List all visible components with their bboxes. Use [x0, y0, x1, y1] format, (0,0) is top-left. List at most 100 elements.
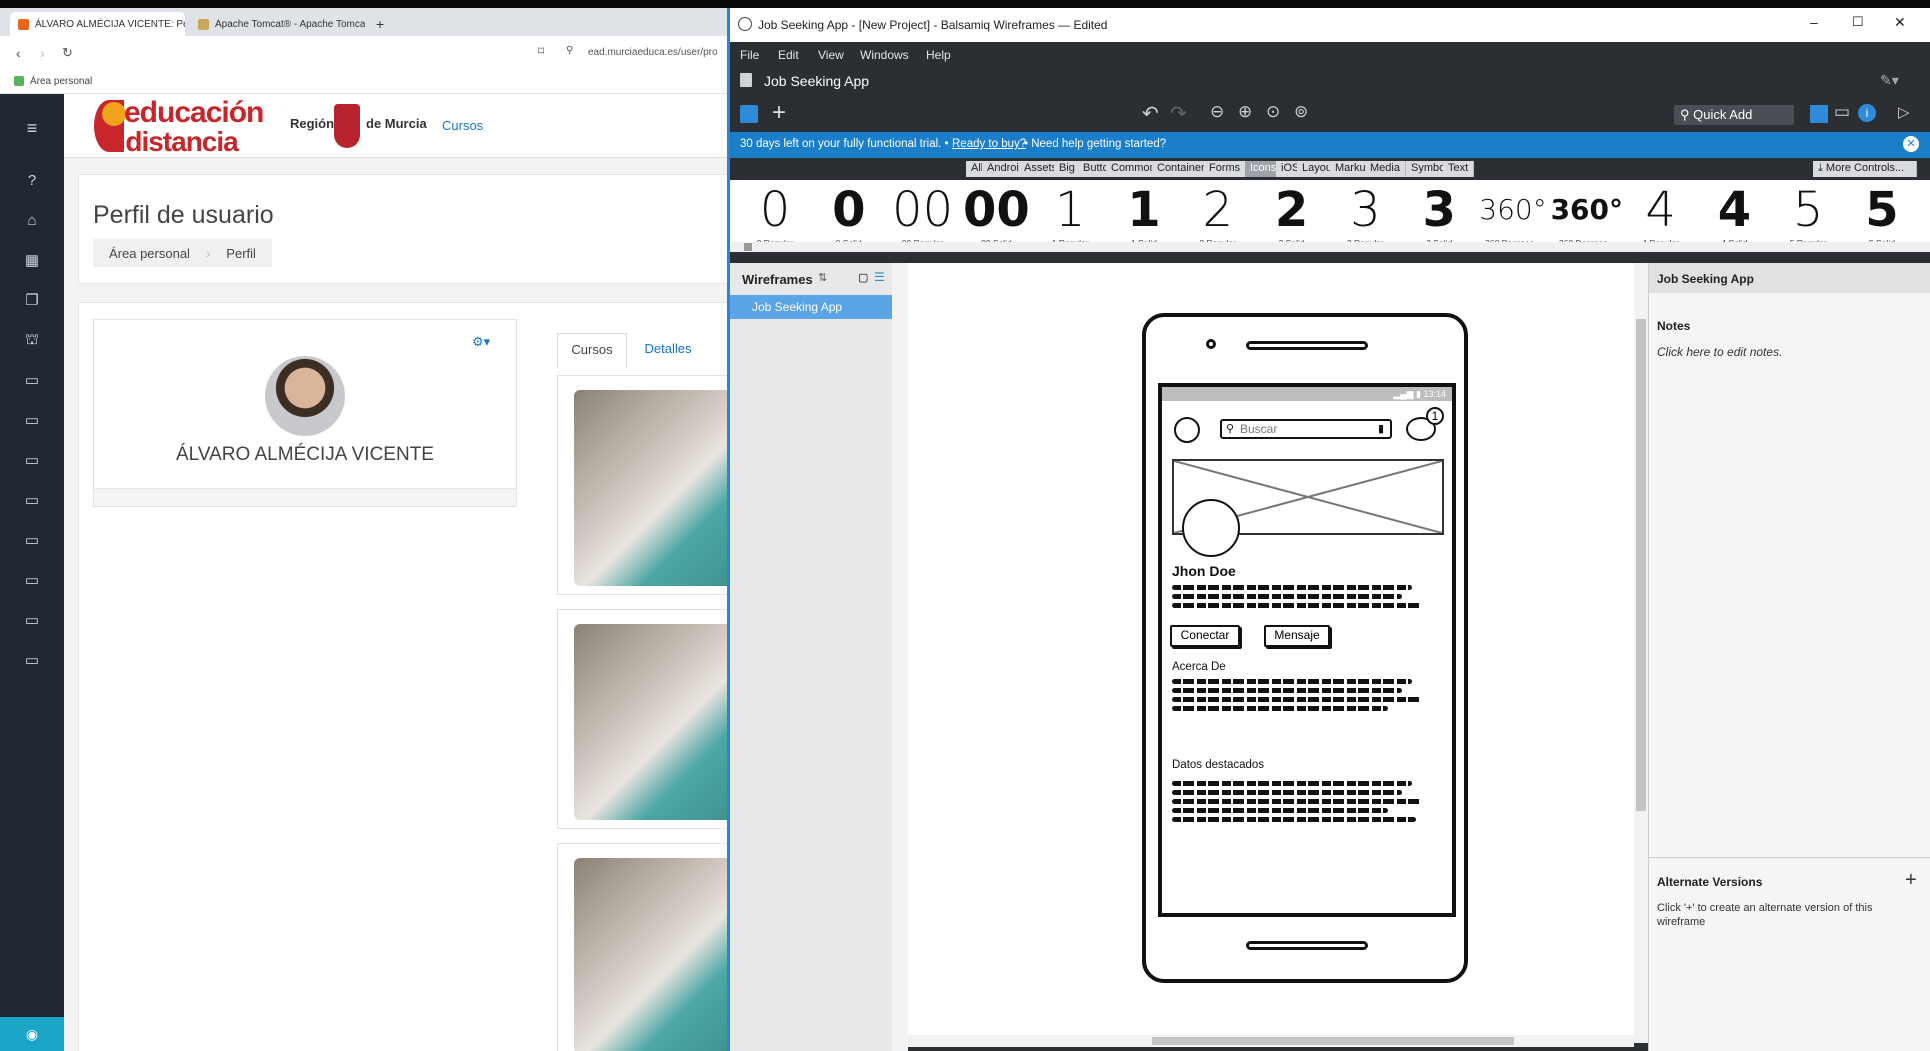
- library-item[interactable]: 360°360 Degrees...: [1550, 182, 1624, 248]
- zoom-fit-icon[interactable]: ⊚: [1294, 102, 1308, 122]
- panel-divider[interactable]: [892, 263, 908, 1051]
- folder-icon[interactable]: ▭: [22, 410, 42, 430]
- library-item[interactable]: 11 Regular: [1033, 182, 1107, 248]
- bookmark-icon[interactable]: ⌑: [538, 44, 544, 58]
- library-scrollbar[interactable]: [730, 242, 1930, 252]
- site-info-icon[interactable]: ⚲: [566, 45, 573, 56]
- list-view-icon[interactable]: ☰: [874, 270, 885, 284]
- sort-icon[interactable]: ⇅: [818, 271, 827, 284]
- nav-cursos-link[interactable]: Cursos: [442, 118, 483, 133]
- menu-edit[interactable]: Edit: [778, 48, 799, 62]
- menu-help[interactable]: Help: [926, 48, 951, 62]
- course-card[interactable]: [557, 375, 727, 595]
- library-item[interactable]: 00 Regular: [738, 182, 812, 248]
- tab-cursos[interactable]: Cursos: [557, 333, 627, 367]
- library-scroll-thumb[interactable]: [744, 243, 752, 251]
- more-controls-button[interactable]: ⤓ More Controls...: [1813, 161, 1917, 177]
- library-item[interactable]: 00 Solid: [812, 182, 886, 248]
- folder-icon[interactable]: ▭: [22, 370, 42, 390]
- zoom-actual-icon[interactable]: ⊙: [1266, 102, 1280, 122]
- zoom-in-icon[interactable]: ⊕: [1238, 102, 1252, 122]
- library-item[interactable]: 55 Solid: [1845, 182, 1919, 248]
- browser-tab-tomcat[interactable]: Apache Tomcat® - Apache Tomcat ✕: [190, 12, 365, 36]
- calendar-icon[interactable]: ▦: [22, 250, 42, 270]
- reload-icon[interactable]: ↻: [62, 45, 73, 61]
- user-name: ÁLVARO ALMÉCIJA VICENTE: [176, 444, 434, 465]
- undo-icon[interactable]: ↶: [1142, 101, 1159, 126]
- library-item[interactable]: 0000 Regular: [886, 182, 960, 248]
- canvas-vertical-scrollbar[interactable]: [1634, 263, 1648, 1043]
- library-item[interactable]: 22 Solid: [1255, 182, 1329, 248]
- tab-detalles[interactable]: Detalles: [633, 333, 703, 367]
- course-card[interactable]: [557, 843, 727, 1051]
- accessibility-icon[interactable]: ◉: [0, 1017, 64, 1051]
- canvas-horizontal-scrollbar[interactable]: [908, 1035, 1634, 1047]
- course-image[interactable]: [574, 624, 727, 820]
- library-tab-forms[interactable]: Forms: [1204, 161, 1247, 177]
- presentation-icon[interactable]: ▷: [1898, 103, 1910, 121]
- menu-file[interactable]: File: [740, 48, 759, 62]
- library-item[interactable]: 11 Solid: [1107, 182, 1181, 248]
- library-item[interactable]: 22 Regular: [1181, 182, 1255, 248]
- close-icon[interactable]: ✕: [1894, 14, 1906, 31]
- wireframe-item[interactable]: Job Seeking App: [730, 295, 892, 319]
- grid-view-icon[interactable]: ▢: [858, 271, 868, 284]
- ready-to-buy-link[interactable]: Ready to buy?: [952, 138, 1026, 150]
- add-alternate-icon[interactable]: +: [1905, 869, 1917, 892]
- ui-library-icon[interactable]: [1810, 105, 1828, 123]
- status-time: 13:14: [1423, 389, 1446, 399]
- forward-icon[interactable]: ›: [40, 45, 45, 61]
- library-tab-big[interactable]: Big: [1054, 161, 1081, 177]
- phone-mockup[interactable]: ▂▄▆ ▮ 13:14 ⚲ Buscar ▮ 1 Jhon Doe Conect…: [1142, 313, 1468, 983]
- add-wireframe-icon[interactable]: +: [772, 99, 786, 127]
- folder-icon[interactable]: ▭: [22, 650, 42, 670]
- library-item[interactable]: 0000 Solid: [959, 182, 1033, 248]
- library-item[interactable]: 55 Regular: [1771, 182, 1845, 248]
- settings-gear-icon[interactable]: ⚙▾: [472, 334, 490, 350]
- help-icon[interactable]: ?: [22, 170, 42, 190]
- home-icon[interactable]: ⌂: [22, 210, 42, 230]
- zoom-out-icon[interactable]: ⊖: [1210, 102, 1224, 122]
- help-started-link[interactable]: • Need help getting started?: [1024, 138, 1166, 150]
- info-icon[interactable]: i: [1858, 104, 1876, 122]
- close-banner-icon[interactable]: ✕: [1903, 136, 1919, 152]
- library-item[interactable]: 44 Solid: [1697, 182, 1771, 248]
- redo-icon[interactable]: ↷: [1170, 101, 1187, 126]
- menu-windows[interactable]: Windows: [860, 48, 909, 62]
- canvas-vscroll-thumb[interactable]: [1636, 319, 1646, 811]
- library-item[interactable]: 44 Regular: [1624, 182, 1698, 248]
- wireframe-canvas[interactable]: ▂▄▆ ▮ 13:14 ⚲ Buscar ▮ 1 Jhon Doe Conect…: [908, 263, 1644, 1043]
- bookmark-area-personal[interactable]: Área personal: [30, 76, 92, 87]
- library-item[interactable]: 33 Solid: [1402, 182, 1476, 248]
- comments-icon[interactable]: ▭: [1834, 102, 1850, 122]
- files-icon[interactable]: ❐: [22, 290, 42, 310]
- menu-view[interactable]: View: [818, 48, 844, 62]
- menu-icon[interactable]: ≡: [22, 118, 42, 138]
- folder-icon[interactable]: ▭: [22, 530, 42, 550]
- back-icon[interactable]: ‹: [16, 45, 21, 61]
- folder-icon[interactable]: ▭: [22, 450, 42, 470]
- library-tab-text[interactable]: Text: [1443, 161, 1475, 177]
- graduation-cap-icon[interactable]: ⛫: [22, 330, 42, 350]
- breadcrumb-area-personal[interactable]: Área personal: [93, 246, 206, 261]
- maximize-icon[interactable]: ☐: [1852, 14, 1864, 30]
- library-item[interactable]: 33 Regular: [1328, 182, 1402, 248]
- browser-tab-moodle[interactable]: ÁLVARO ALMÉCIJA VICENTE: Pe ✕: [10, 12, 185, 36]
- course-image[interactable]: [574, 858, 727, 1051]
- library-item[interactable]: 360°360 Degrees...: [1476, 182, 1550, 248]
- minimize-icon[interactable]: –: [1810, 14, 1818, 30]
- breadcrumb-perfil[interactable]: Perfil: [210, 246, 272, 261]
- library-tab-media[interactable]: Media: [1365, 161, 1406, 177]
- folder-icon[interactable]: ▭: [22, 490, 42, 510]
- quick-add-input[interactable]: ⚲ Quick Add: [1674, 105, 1794, 125]
- folder-icon[interactable]: ▭: [22, 570, 42, 590]
- new-tab-button[interactable]: +: [368, 12, 392, 36]
- address-bar[interactable]: ead.murciaeduca.es/user/pro: [588, 47, 718, 58]
- project-panel-icon[interactable]: [740, 105, 758, 123]
- folder-icon[interactable]: ▭: [22, 610, 42, 630]
- edit-pencil-icon[interactable]: ✎▾: [1880, 72, 1899, 89]
- notes-field[interactable]: Click here to edit notes.: [1657, 345, 1782, 359]
- canvas-hscroll-thumb[interactable]: [1152, 1037, 1514, 1045]
- course-image[interactable]: [574, 390, 727, 586]
- course-card[interactable]: [557, 609, 727, 829]
